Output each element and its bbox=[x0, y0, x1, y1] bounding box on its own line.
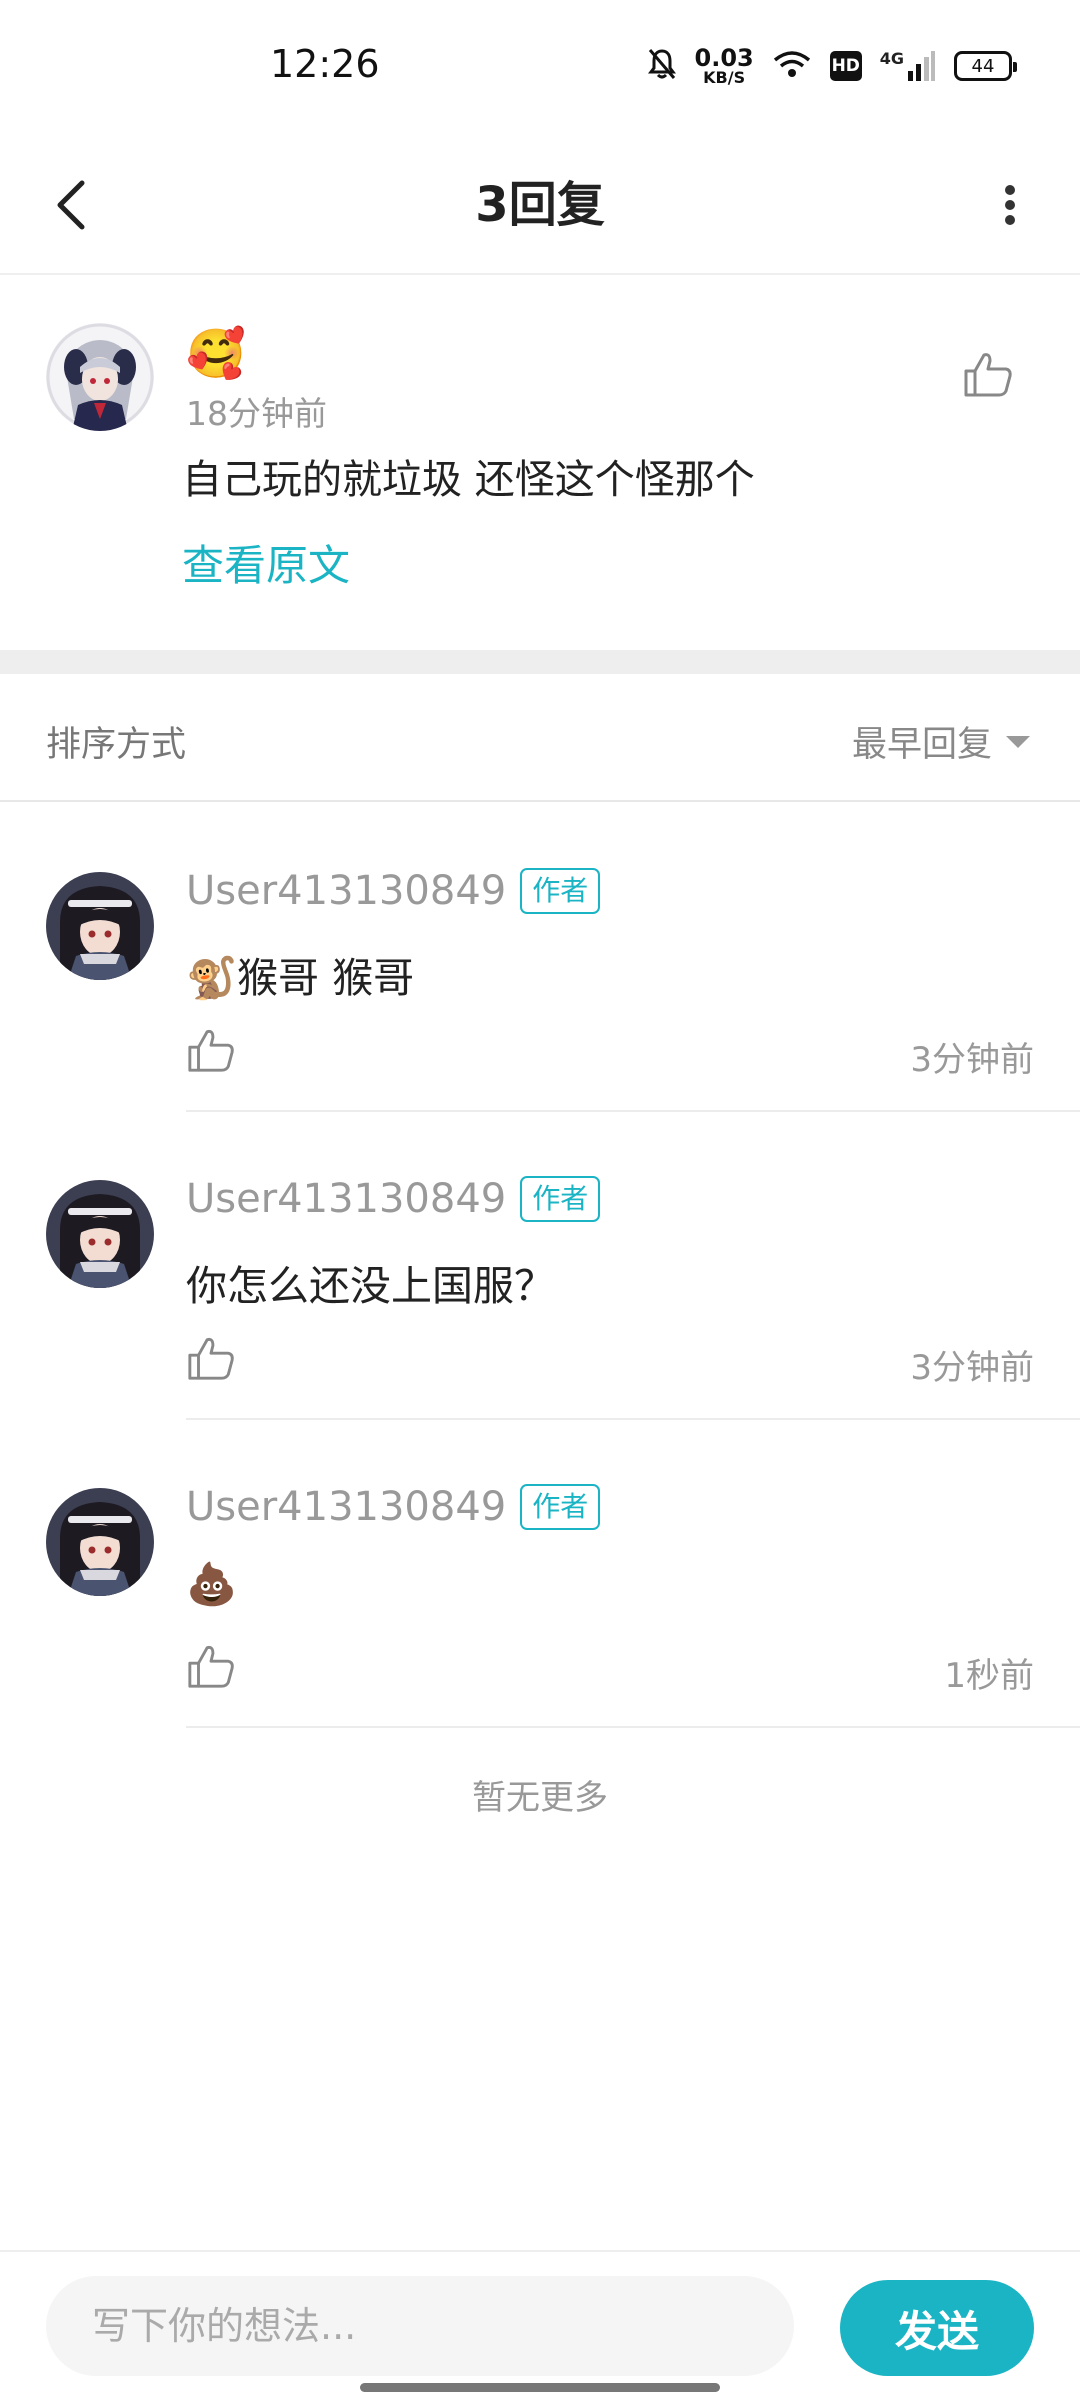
reply-time: 3分钟前 bbox=[910, 1040, 1034, 1080]
divider bbox=[186, 1726, 1080, 1728]
reply-content: 你怎么还没上国服？ bbox=[186, 1262, 555, 1310]
view-original-link[interactable]: 查看原文 bbox=[182, 532, 350, 593]
like-button[interactable] bbox=[186, 1334, 236, 1384]
like-button[interactable] bbox=[186, 1026, 236, 1076]
reply-content: 🐒猴哥 猴哥 bbox=[186, 954, 415, 1002]
author-badge: 作者 bbox=[520, 868, 601, 914]
reply-user: User413130849 作者 bbox=[186, 1484, 601, 1530]
signal-icon: 4G bbox=[880, 49, 936, 83]
reply-time: 3分钟前 bbox=[910, 1348, 1034, 1388]
hd-badge: HD bbox=[829, 51, 862, 81]
avatar[interactable] bbox=[46, 323, 154, 431]
reply-user: User413130849 作者 bbox=[186, 868, 601, 914]
net-speed-unit: KB/S bbox=[703, 68, 746, 87]
reply-item: User413130849 作者 你怎么还没上国服？ 3分钟前 bbox=[0, 1112, 1080, 1420]
mute-bell-icon bbox=[647, 47, 677, 85]
reply-user: User413130849 作者 bbox=[186, 1176, 601, 1222]
reply-item: User413130849 作者 🐒猴哥 猴哥 3分钟前 bbox=[0, 804, 1080, 1112]
sort-dropdown[interactable]: 最早回复 bbox=[852, 716, 1030, 767]
reply-content: 💩 bbox=[186, 1560, 238, 1608]
username[interactable]: User413130849 bbox=[186, 1176, 506, 1222]
comment-text: 自己玩的就垃圾 还怪这个怪那个 bbox=[182, 457, 755, 503]
username[interactable]: User413130849 bbox=[186, 1484, 506, 1530]
comment-input-bar: 发送 bbox=[0, 2250, 1080, 2400]
page-title: 3回复 bbox=[475, 177, 605, 233]
avatar[interactable] bbox=[46, 1488, 154, 1596]
thumbs-up-icon bbox=[188, 1337, 234, 1380]
reply-item: User413130849 作者 💩 1秒前 bbox=[0, 1420, 1080, 1728]
header: 3回复 bbox=[0, 135, 1080, 275]
home-indicator[interactable] bbox=[360, 2383, 720, 2392]
username[interactable]: User413130849 bbox=[186, 868, 506, 914]
original-comment: 🥰 18分钟前 自己玩的就垃圾 还怪这个怪那个 查看原文 bbox=[0, 277, 1080, 650]
more-vertical-icon bbox=[1005, 185, 1015, 225]
thumbs-up-icon bbox=[188, 1645, 234, 1688]
status-bar: 12:26 0.03 KB/S HD 4G 44 bbox=[0, 0, 1080, 135]
more-button[interactable] bbox=[980, 165, 1040, 245]
thumbs-up-icon bbox=[188, 1029, 234, 1072]
wifi-icon bbox=[772, 49, 812, 83]
sort-bar: 排序方式 最早回复 bbox=[0, 674, 1080, 802]
signal-label: 4G bbox=[879, 49, 904, 68]
caret-down-icon bbox=[1006, 735, 1030, 748]
sort-label: 排序方式 bbox=[46, 725, 187, 765]
net-speed: 0.03 KB/S bbox=[695, 46, 754, 86]
net-speed-value: 0.03 bbox=[694, 44, 754, 72]
status-icons: 0.03 KB/S HD 4G 44 bbox=[647, 46, 1017, 86]
thumbs-up-icon bbox=[964, 353, 1012, 397]
author-badge: 作者 bbox=[520, 1484, 601, 1530]
like-button[interactable] bbox=[962, 349, 1014, 401]
like-button[interactable] bbox=[186, 1642, 236, 1692]
section-divider bbox=[0, 650, 1080, 674]
comment-input[interactable] bbox=[46, 2276, 794, 2376]
status-time: 12:26 bbox=[270, 42, 380, 86]
send-button[interactable]: 发送 bbox=[840, 2280, 1034, 2376]
avatar[interactable] bbox=[46, 872, 154, 980]
comment-time: 18分钟前 bbox=[186, 394, 327, 433]
battery-icon: 44 bbox=[954, 51, 1017, 81]
sort-selected: 最早回复 bbox=[851, 725, 992, 765]
reply-time: 1秒前 bbox=[944, 1656, 1034, 1696]
no-more-text: 暂无更多 bbox=[472, 1778, 608, 1818]
username-emoji: 🥰 bbox=[186, 326, 246, 382]
avatar[interactable] bbox=[46, 1180, 154, 1288]
author-badge: 作者 bbox=[520, 1176, 601, 1222]
